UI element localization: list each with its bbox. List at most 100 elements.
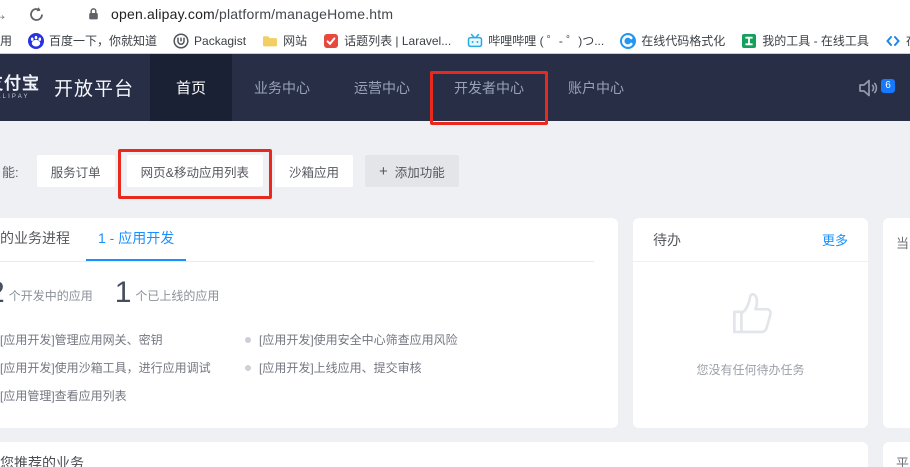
bookmark-partial[interactable]: 用: [0, 35, 12, 47]
notification-badge: 6: [881, 79, 895, 93]
todo-card: 待办 更多 您没有任何待办任务: [633, 218, 868, 428]
nav-item-account-center[interactable]: 账户中心: [546, 54, 646, 121]
toolbar-label-partial: 能:: [2, 162, 19, 181]
list-item-text: [应用开发]使用安全中心筛查应用风险: [259, 326, 458, 354]
nav-item-label: 运营中心: [354, 78, 410, 98]
bookmark-label: 网站: [283, 35, 307, 47]
speaker-icon: [856, 77, 880, 99]
url-domain: open.alipay.com: [111, 6, 215, 22]
nav-item-home[interactable]: 首页: [150, 54, 232, 121]
todo-card-title: 待办: [653, 230, 681, 250]
packagist-icon: [173, 33, 189, 49]
url-path: /platform/manageHome.htm: [215, 6, 393, 22]
bilibili-icon: [467, 33, 483, 49]
platform-title: 开放平台: [54, 74, 134, 101]
list-item: [应用开发]使用沙箱工具，进行应用调试: [0, 354, 245, 382]
nav-item-business-center[interactable]: 业务中心: [232, 54, 332, 121]
stat-number: 1: [115, 278, 132, 308]
alipay-logo-mark: 支付宝 ALIPAY: [0, 75, 40, 100]
list-item: [应用开发]使用安全中心筛查应用风险: [245, 326, 458, 354]
bookmark-label: 话题列表 | Laravel...: [344, 35, 451, 47]
screen: → open.alipay.com/platform/manageHome.ht…: [0, 0, 910, 467]
main-menu: 首页 业务中心 运营中心 开发者中心 账户中心: [150, 54, 646, 121]
bookmark-label: 我的工具 - 在线工具: [762, 35, 869, 47]
bookmark-label: Packagist: [194, 35, 246, 47]
reload-glyph: [28, 6, 45, 23]
baidu-icon: [28, 33, 44, 49]
nav-item-label: 业务中心: [254, 78, 310, 98]
nav-item-label: 首页: [176, 77, 206, 98]
bookmark-website-folder[interactable]: 网站: [262, 33, 307, 49]
bottom-right-edge-card: 平: [883, 442, 910, 467]
notification-speaker[interactable]: 6: [856, 77, 880, 99]
web-mobile-app-list-wrap: 网页&移动应用列表: [127, 155, 263, 187]
todo-empty-text: 您没有任何待办任务: [696, 361, 804, 378]
code-brackets-icon: [885, 33, 901, 49]
todo-card-body: 您没有任何待办任务: [633, 262, 868, 428]
todo-card-header: 待办 更多: [633, 218, 868, 262]
stat-label: 个开发中的应用: [9, 287, 93, 304]
list-item-text: [应用开发]上线应用、提交审核: [259, 354, 422, 382]
bookmark-label: 百度一下，你就知道: [49, 35, 157, 47]
bookmark-topic-list[interactable]: 话题列表 | Laravel...: [323, 33, 451, 49]
address-bar[interactable]: open.alipay.com/platform/manageHome.htm: [87, 6, 393, 22]
todo-more-link[interactable]: 更多: [822, 230, 848, 249]
stat-label: 个已上线的应用: [135, 287, 219, 304]
list-item-text: [应用管理]查看应用列表: [0, 382, 127, 410]
bookmark-baidu[interactable]: 百度一下，你就知道: [28, 33, 157, 49]
list-item: [应用管理]查看应用列表: [0, 382, 245, 410]
progress-card-header: 的业务进程 1 - 应用开发: [0, 218, 594, 262]
add-feature-button[interactable]: + 添加功能: [365, 155, 459, 187]
alipay-logo-en: ALIPAY: [0, 94, 30, 100]
alipay-open-platform-logo[interactable]: 支付宝 ALIPAY 开放平台: [0, 74, 134, 101]
progress-card-title-partial: 的业务进程: [0, 228, 70, 261]
list-item: [应用开发]管理应用网关、密钥: [0, 326, 245, 354]
service-orders-button[interactable]: 服务订单: [37, 155, 115, 187]
bullet-icon: [245, 337, 251, 343]
bottom-right-title-partial: 平: [896, 456, 909, 467]
right-card-title-partial: 当: [896, 236, 909, 251]
thumbs-up-icon: [723, 286, 779, 347]
topic-list-icon: [323, 33, 339, 49]
right-edge-card: 当: [883, 218, 910, 428]
recommend-card: 您推荐的业务: [0, 442, 868, 467]
folder-icon: [262, 33, 278, 49]
url-text: open.alipay.com/platform/manageHome.htm: [111, 6, 393, 22]
top-navbar: 支付宝 ALIPAY 开放平台 首页 业务中心 运营中心 开发者中心 账户中心: [0, 54, 910, 121]
nav-item-operation-center[interactable]: 运营中心: [332, 54, 432, 121]
forward-icon[interactable]: →: [0, 6, 8, 23]
bookmark-label: 在: [906, 35, 910, 47]
sandbox-app-button[interactable]: 沙箱应用: [275, 155, 353, 187]
add-feature-label: 添加功能: [395, 162, 445, 181]
bookmark-bilibili[interactable]: 哔哩哔哩 ( ゜- ゜)つ...: [467, 33, 604, 49]
bookmarks-bar: 用 百度一下，你就知道: [0, 28, 910, 53]
address-row: → open.alipay.com/platform/manageHome.ht…: [0, 0, 910, 28]
list-item: [应用开发]上线应用、提交审核: [245, 354, 458, 382]
task-list-left: [应用开发]管理应用网关、密钥 [应用开发]使用沙箱工具，进行应用调试 [应用管…: [0, 326, 245, 410]
bookmark-label: 用: [0, 35, 12, 47]
nav-item-label: 开发者中心: [454, 78, 524, 98]
app-stats: 2 个开发中的应用 1 个已上线的应用: [0, 278, 594, 308]
stat-developing-apps: 2 个开发中的应用: [0, 278, 93, 308]
business-progress-card: 的业务进程 1 - 应用开发 2 个开发中的应用 1 个已上线的应用 [应用开发…: [0, 218, 618, 428]
tab-app-development[interactable]: 1 - 应用开发: [86, 228, 186, 261]
lock-icon: [87, 7, 100, 21]
web-mobile-app-list-button[interactable]: 网页&移动应用列表: [127, 155, 263, 187]
bookmark-my-tools[interactable]: 我的工具 - 在线工具: [741, 33, 869, 49]
nav-item-label: 账户中心: [568, 78, 624, 98]
list-item-text: [应用开发]使用沙箱工具，进行应用调试: [0, 354, 211, 382]
nav-item-developer-center[interactable]: 开发者中心: [432, 54, 546, 121]
plus-icon: +: [379, 163, 388, 180]
bookmark-label: 哔哩哔哩 ( ゜- ゜)つ...: [488, 35, 604, 47]
reload-icon[interactable]: [28, 6, 45, 23]
bookmark-code-formatter[interactable]: 在线代码格式化: [620, 33, 725, 49]
bookmark-label: 在线代码格式化: [641, 35, 725, 47]
stat-online-apps: 1 个已上线的应用: [115, 278, 220, 308]
task-list-right: [应用开发]使用安全中心筛查应用风险 [应用开发]上线应用、提交审核: [245, 326, 458, 410]
stat-number: 2: [0, 278, 5, 308]
bookmark-packagist[interactable]: Packagist: [173, 33, 246, 49]
recommend-title-partial: 您推荐的业务: [0, 455, 84, 467]
bookmark-online-partial[interactable]: 在: [885, 33, 910, 49]
alipay-logo-cn: 支付宝: [0, 75, 40, 92]
quick-actions-toolbar: 能: 服务订单 网页&移动应用列表 沙箱应用 + 添加功能: [0, 155, 471, 187]
